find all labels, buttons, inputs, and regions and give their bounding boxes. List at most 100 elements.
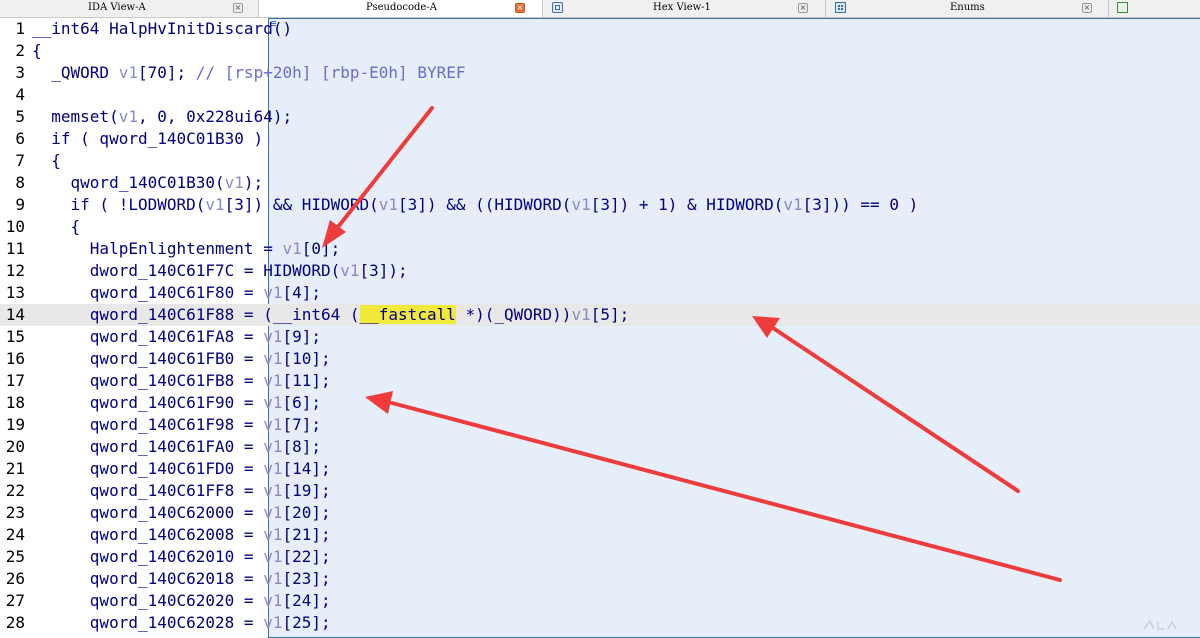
code-line[interactable]: 1 __int64 HalpHvInitDiscard(): [0, 18, 1200, 40]
code-token[interactable]: [6];: [282, 393, 321, 412]
code-text[interactable]: _QWORD v1[70]; // [rsp+20h] [rbp-E0h] BY…: [32, 62, 465, 84]
code-line[interactable]: 21 qword_140C61FD0 = v1[14];: [0, 458, 1200, 480]
code-text[interactable]: qword_140C61FA0 = v1[8];: [32, 436, 321, 458]
code-token[interactable]: if ( qword_140C01B30 ): [32, 129, 263, 148]
code-line[interactable]: 5 memset(v1, 0, 0x228ui64);: [0, 106, 1200, 128]
pseudocode-view[interactable]: 1 __int64 HalpHvInitDiscard() 2{3 _QWORD v…: [0, 18, 1200, 638]
code-text[interactable]: qword_140C62010 = v1[22];: [32, 546, 331, 568]
close-icon[interactable]: ×: [233, 3, 243, 13]
code-token[interactable]: qword_140C61FA0 =: [32, 437, 263, 456]
code-line[interactable]: 15 qword_140C61FA8 = v1[9];: [0, 326, 1200, 348]
close-icon[interactable]: ×: [515, 3, 525, 13]
code-token[interactable]: qword_140C62020 =: [32, 591, 263, 610]
code-token[interactable]: [0];: [302, 239, 341, 258]
code-text[interactable]: __int64 HalpHvInitDiscard(): [32, 18, 292, 40]
code-text[interactable]: qword_140C61FB0 = v1[10];: [32, 348, 331, 370]
variable-token[interactable]: v1: [263, 283, 282, 302]
comment-token[interactable]: // [rsp+20h] [rbp-E0h] BYREF: [196, 63, 466, 82]
code-token[interactable]: [11];: [282, 371, 330, 390]
code-token[interactable]: [25];: [282, 613, 330, 632]
variable-token[interactable]: v1: [263, 481, 282, 500]
code-token[interactable]: {: [32, 217, 81, 236]
variable-token[interactable]: v1: [263, 591, 282, 610]
code-text[interactable]: qword_140C61FF8 = v1[19];: [32, 480, 331, 502]
code-token[interactable]: qword_140C61F80 =: [32, 283, 263, 302]
code-token[interactable]: qword_140C62010 =: [32, 547, 263, 566]
code-token[interactable]: [10];: [282, 349, 330, 368]
variable-token[interactable]: v1: [263, 437, 282, 456]
code-token[interactable]: qword_140C62028 =: [32, 613, 263, 632]
code-text[interactable]: dword_140C61F7C = HIDWORD(v1[3]);: [32, 260, 408, 282]
variable-token[interactable]: v1: [263, 613, 282, 632]
code-token[interactable]: *)(_QWORD)): [456, 305, 571, 324]
code-token[interactable]: qword_140C61FF8 =: [32, 481, 263, 500]
code-token[interactable]: {: [32, 151, 61, 170]
code-line[interactable]: 26 qword_140C62018 = v1[23];: [0, 568, 1200, 590]
code-line[interactable]: 2{: [0, 40, 1200, 62]
code-text[interactable]: qword_140C62018 = v1[23];: [32, 568, 331, 590]
code-token[interactable]: qword_140C61FA8 =: [32, 327, 263, 346]
code-line[interactable]: 19 qword_140C61F98 = v1[7];: [0, 414, 1200, 436]
code-line[interactable]: 18 qword_140C61F90 = v1[6];: [0, 392, 1200, 414]
code-token[interactable]: [23];: [282, 569, 330, 588]
code-token[interactable]: qword_140C61F90 =: [32, 393, 263, 412]
code-line[interactable]: 6 if ( qword_140C01B30 ): [0, 128, 1200, 150]
highlighted-token[interactable]: __fastcall: [359, 305, 456, 324]
code-token[interactable]: qword_140C61F98 =: [32, 415, 263, 434]
tab-ida-view[interactable]: IDA View-A ×: [0, 0, 258, 17]
variable-token[interactable]: v1: [571, 195, 590, 214]
tab-hex-view[interactable]: Hex View-1 ×: [543, 0, 825, 17]
code-token[interactable]: [24];: [282, 591, 330, 610]
code-token[interactable]: , 0, 0x228ui64);: [138, 107, 292, 126]
variable-token[interactable]: v1: [783, 195, 802, 214]
code-token[interactable]: [70];: [138, 63, 196, 82]
close-icon[interactable]: ×: [798, 3, 808, 13]
code-text[interactable]: qword_140C61F88 = (__int64 (__fastcall *…: [32, 304, 629, 326]
code-token[interactable]: [3]);: [360, 261, 408, 280]
code-token[interactable]: qword_140C62018 =: [32, 569, 263, 588]
code-token[interactable]: __int64 HalpHvInitDiscard(): [32, 19, 292, 38]
code-token[interactable]: [19];: [282, 481, 330, 500]
code-line[interactable]: 10 {: [0, 216, 1200, 238]
tab-enums[interactable]: Enums ×: [826, 0, 1108, 17]
code-line[interactable]: 28 qword_140C62028 = v1[25];: [0, 612, 1200, 634]
code-text[interactable]: qword_140C61FB8 = v1[11];: [32, 370, 331, 392]
code-token[interactable]: [7];: [282, 415, 321, 434]
code-text[interactable]: if ( qword_140C01B30 ): [32, 128, 263, 150]
code-token[interactable]: HalpEnlightenment =: [32, 239, 282, 258]
code-token[interactable]: qword_140C62008 =: [32, 525, 263, 544]
variable-token[interactable]: v1: [225, 173, 244, 192]
code-text[interactable]: HalpEnlightenment = v1[0];: [32, 238, 340, 260]
code-token[interactable]: [3])) == 0 ): [803, 195, 919, 214]
code-token[interactable]: [4];: [282, 283, 321, 302]
variable-token[interactable]: v1: [263, 393, 282, 412]
variable-token[interactable]: v1: [379, 195, 398, 214]
code-line[interactable]: 7 {: [0, 150, 1200, 172]
code-token[interactable]: [20];: [282, 503, 330, 522]
variable-token[interactable]: v1: [119, 63, 138, 82]
variable-token[interactable]: v1: [263, 459, 282, 478]
code-line[interactable]: 9 if ( !LODWORD(v1[3]) && HIDWORD(v1[3])…: [0, 194, 1200, 216]
code-token[interactable]: if ( !LODWORD(: [32, 195, 206, 214]
code-token[interactable]: [22];: [282, 547, 330, 566]
code-line[interactable]: 12 dword_140C61F7C = HIDWORD(v1[3]);: [0, 260, 1200, 282]
variable-token[interactable]: v1: [263, 371, 282, 390]
code-line[interactable]: 25 qword_140C62010 = v1[22];: [0, 546, 1200, 568]
tab-overflow[interactable]: [1109, 0, 1200, 17]
code-line[interactable]: 17 qword_140C61FB8 = v1[11];: [0, 370, 1200, 392]
code-line[interactable]: 14 qword_140C61F88 = (__int64 (__fastcal…: [0, 304, 1200, 326]
code-token[interactable]: {: [32, 41, 42, 60]
variable-token[interactable]: v1: [263, 547, 282, 566]
code-text[interactable]: memset(v1, 0, 0x228ui64);: [32, 106, 292, 128]
code-token[interactable]: );: [244, 173, 263, 192]
code-text[interactable]: qword_140C61FA8 = v1[9];: [32, 326, 321, 348]
code-token[interactable]: [8];: [282, 437, 321, 456]
code-text[interactable]: qword_140C61F90 = v1[6];: [32, 392, 321, 414]
variable-token[interactable]: v1: [263, 415, 282, 434]
code-token[interactable]: qword_140C62000 =: [32, 503, 263, 522]
variable-token[interactable]: v1: [263, 569, 282, 588]
variable-token[interactable]: v1: [263, 503, 282, 522]
code-line[interactable]: 23 qword_140C62000 = v1[20];: [0, 502, 1200, 524]
code-token[interactable]: qword_140C61FB0 =: [32, 349, 263, 368]
code-line[interactable]: 4: [0, 84, 1200, 106]
